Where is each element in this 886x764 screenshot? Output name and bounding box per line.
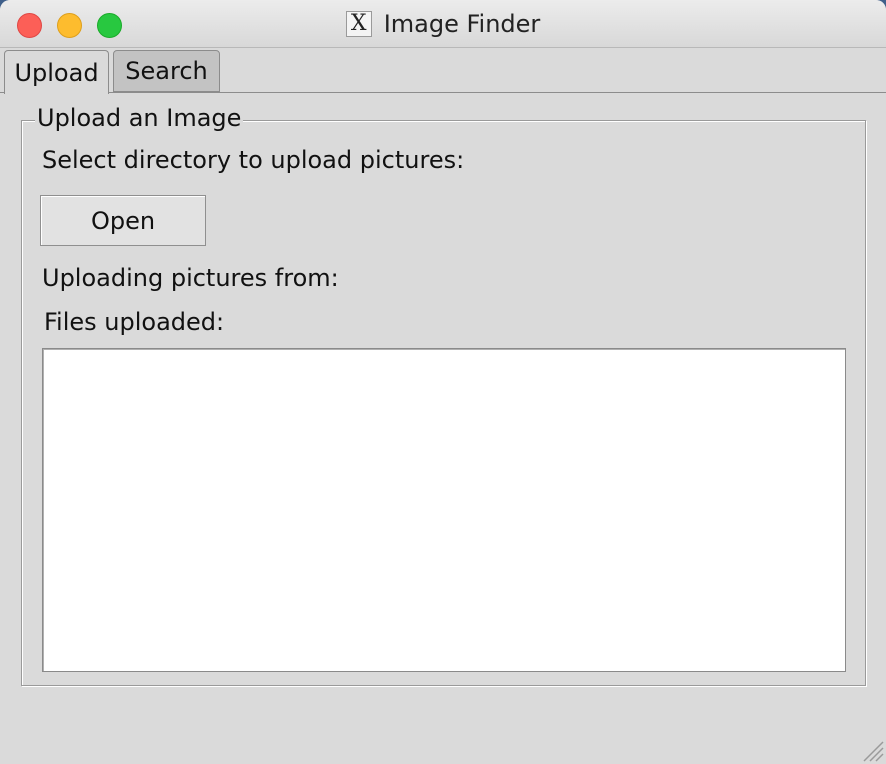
- title-group: X Image Finder: [0, 0, 886, 48]
- x11-icon: X: [345, 11, 372, 37]
- group-title: Upload an Image: [35, 104, 244, 132]
- select-directory-label: Select directory to upload pictures:: [42, 146, 465, 174]
- uploading-from-label: Uploading pictures from:: [42, 264, 339, 292]
- app-window: X Image Finder Upload Search Upload an I…: [0, 0, 886, 764]
- title-bar[interactable]: X Image Finder: [0, 0, 886, 48]
- open-button[interactable]: Open: [40, 195, 206, 246]
- tab-search[interactable]: Search: [113, 50, 220, 92]
- files-uploaded-list[interactable]: [42, 348, 846, 672]
- tab-bar-divider: [0, 92, 886, 93]
- tab-upload[interactable]: Upload: [4, 50, 109, 94]
- files-uploaded-label: Files uploaded:: [44, 308, 225, 336]
- resize-grip-icon[interactable]: [858, 736, 884, 762]
- window-title: Image Finder: [383, 10, 541, 38]
